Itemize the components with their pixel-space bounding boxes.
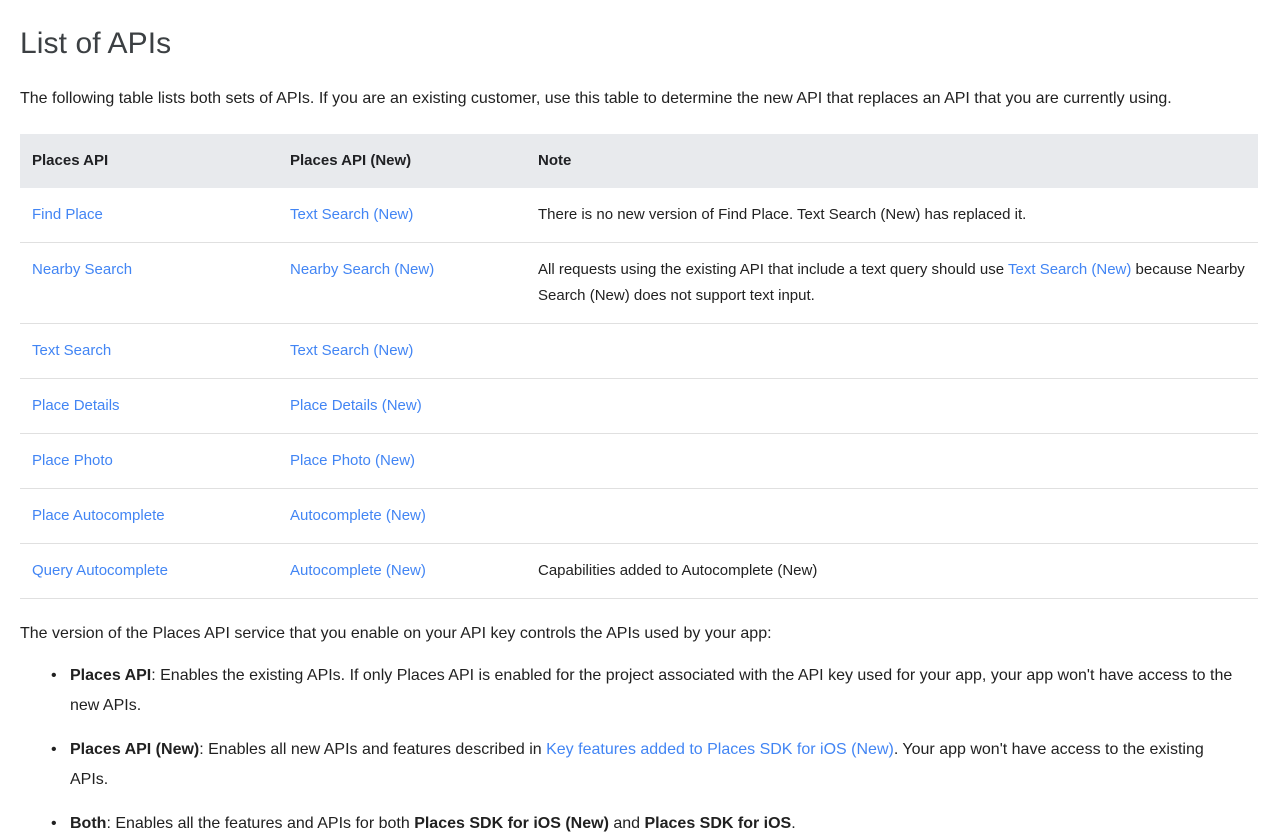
note-text: Capabilities added to Autocomplete (New) [538,562,818,579]
list-item: Places API: Enables the existing APIs. I… [51,661,1242,721]
cell-old-api: Place Photo [20,433,278,489]
link-old-api[interactable]: Place Details [32,397,120,414]
bullet-text: : Enables all the features and APIs for … [106,815,415,832]
bullet-term: Places API [70,667,152,684]
link-new-api[interactable]: Place Details (New) [290,397,422,414]
api-table-container: Places API Places API (New) Note Find Pl… [0,134,1262,599]
cell-note [526,378,1258,434]
link-new-api[interactable]: Autocomplete (New) [290,562,426,579]
note-text: All requests using the existing API that… [538,261,1009,278]
list-item: Places API (New): Enables all new APIs a… [51,735,1242,795]
link-key-features[interactable]: Key features added to Places SDK for iOS… [546,741,894,758]
link-old-api[interactable]: Place Photo [32,452,113,469]
api-version-bullet-list: Places API: Enables the existing APIs. I… [0,661,1262,839]
table-row: Text Search Text Search (New) [20,323,1258,379]
link-note-inline[interactable]: Text Search (New) [1008,261,1131,278]
table-header: Places API Places API (New) Note [20,134,1258,188]
bullet-term-tertiary: Places SDK for iOS [644,815,792,832]
link-new-api[interactable]: Nearby Search (New) [290,261,434,278]
bullet-term-secondary: Places SDK for iOS (New) [414,815,609,832]
page-title: List of APIs [20,27,172,60]
bullet-text: : Enables all new APIs and features desc… [199,741,547,758]
cell-new-api: Text Search (New) [278,188,526,243]
table-row: Place Photo Place Photo (New) [20,433,1258,489]
documentation-page: List of APIs The following table lists b… [0,0,1262,839]
table-row: Place Details Place Details (New) [20,378,1258,434]
cell-note [526,323,1258,379]
link-old-api[interactable]: Place Autocomplete [32,507,165,524]
cell-old-api: Find Place [20,188,278,243]
bullet-text-end: . [791,815,796,832]
intro-paragraph: The following table lists both sets of A… [20,90,1172,107]
link-old-api[interactable]: Query Autocomplete [32,562,168,579]
cell-new-api: Autocomplete (New) [278,543,526,599]
link-old-api[interactable]: Find Place [32,206,103,223]
cell-old-api: Place Details [20,378,278,434]
cell-note: All requests using the existing API that… [526,242,1258,324]
link-new-api[interactable]: Text Search (New) [290,206,413,223]
cell-note: There is no new version of Find Place. T… [526,188,1258,243]
bullet-term: Both [70,815,107,832]
table-row: Find Place Text Search (New) There is no n… [20,188,1258,243]
cell-new-api: Autocomplete (New) [278,488,526,544]
cell-old-api: Place Autocomplete [20,488,278,544]
cell-new-api: Place Details (New) [278,378,526,434]
cell-new-api: Text Search (New) [278,323,526,379]
after-table-paragraph: The version of the Places API service th… [20,625,772,642]
cell-note [526,433,1258,489]
table-header-row: Places API Places API (New) Note [20,134,1258,188]
table-row: Nearby Search Nearby Search (New) All requ… [20,242,1258,324]
cell-note: Capabilities added to Autocomplete (New) [526,543,1258,599]
cell-new-api: Place Photo (New) [278,433,526,489]
bullet-term: Places API (New) [70,741,200,758]
link-new-api[interactable]: Text Search (New) [290,342,413,359]
column-header-note: Note [526,134,1258,188]
cell-note [526,488,1258,544]
link-new-api[interactable]: Place Photo (New) [290,452,415,469]
table-row: Place Autocomplete Autocomplete (New) [20,488,1258,544]
note-text: There is no new version of Find Place. T… [538,206,1027,223]
link-old-api[interactable]: Text Search [32,342,111,359]
cell-old-api: Text Search [20,323,278,379]
api-comparison-table: Places API Places API (New) Note Find Pl… [20,134,1258,599]
bullet-text: : Enables the existing APIs. If only Pla… [70,667,1233,714]
cell-old-api: Query Autocomplete [20,543,278,599]
link-new-api[interactable]: Autocomplete (New) [290,507,426,524]
cell-new-api: Nearby Search (New) [278,242,526,324]
link-old-api[interactable]: Nearby Search [32,261,132,278]
list-item: Both: Enables all the features and APIs … [51,809,1242,839]
column-header-places-api-new: Places API (New) [278,134,526,188]
bullet-text-mid: and [608,815,645,832]
cell-old-api: Nearby Search [20,242,278,324]
column-header-places-api: Places API [20,134,278,188]
table-row: Query Autocomplete Autocomplete (New) Capa… [20,543,1258,599]
table-body: Find Place Text Search (New) There is no n… [20,188,1258,599]
